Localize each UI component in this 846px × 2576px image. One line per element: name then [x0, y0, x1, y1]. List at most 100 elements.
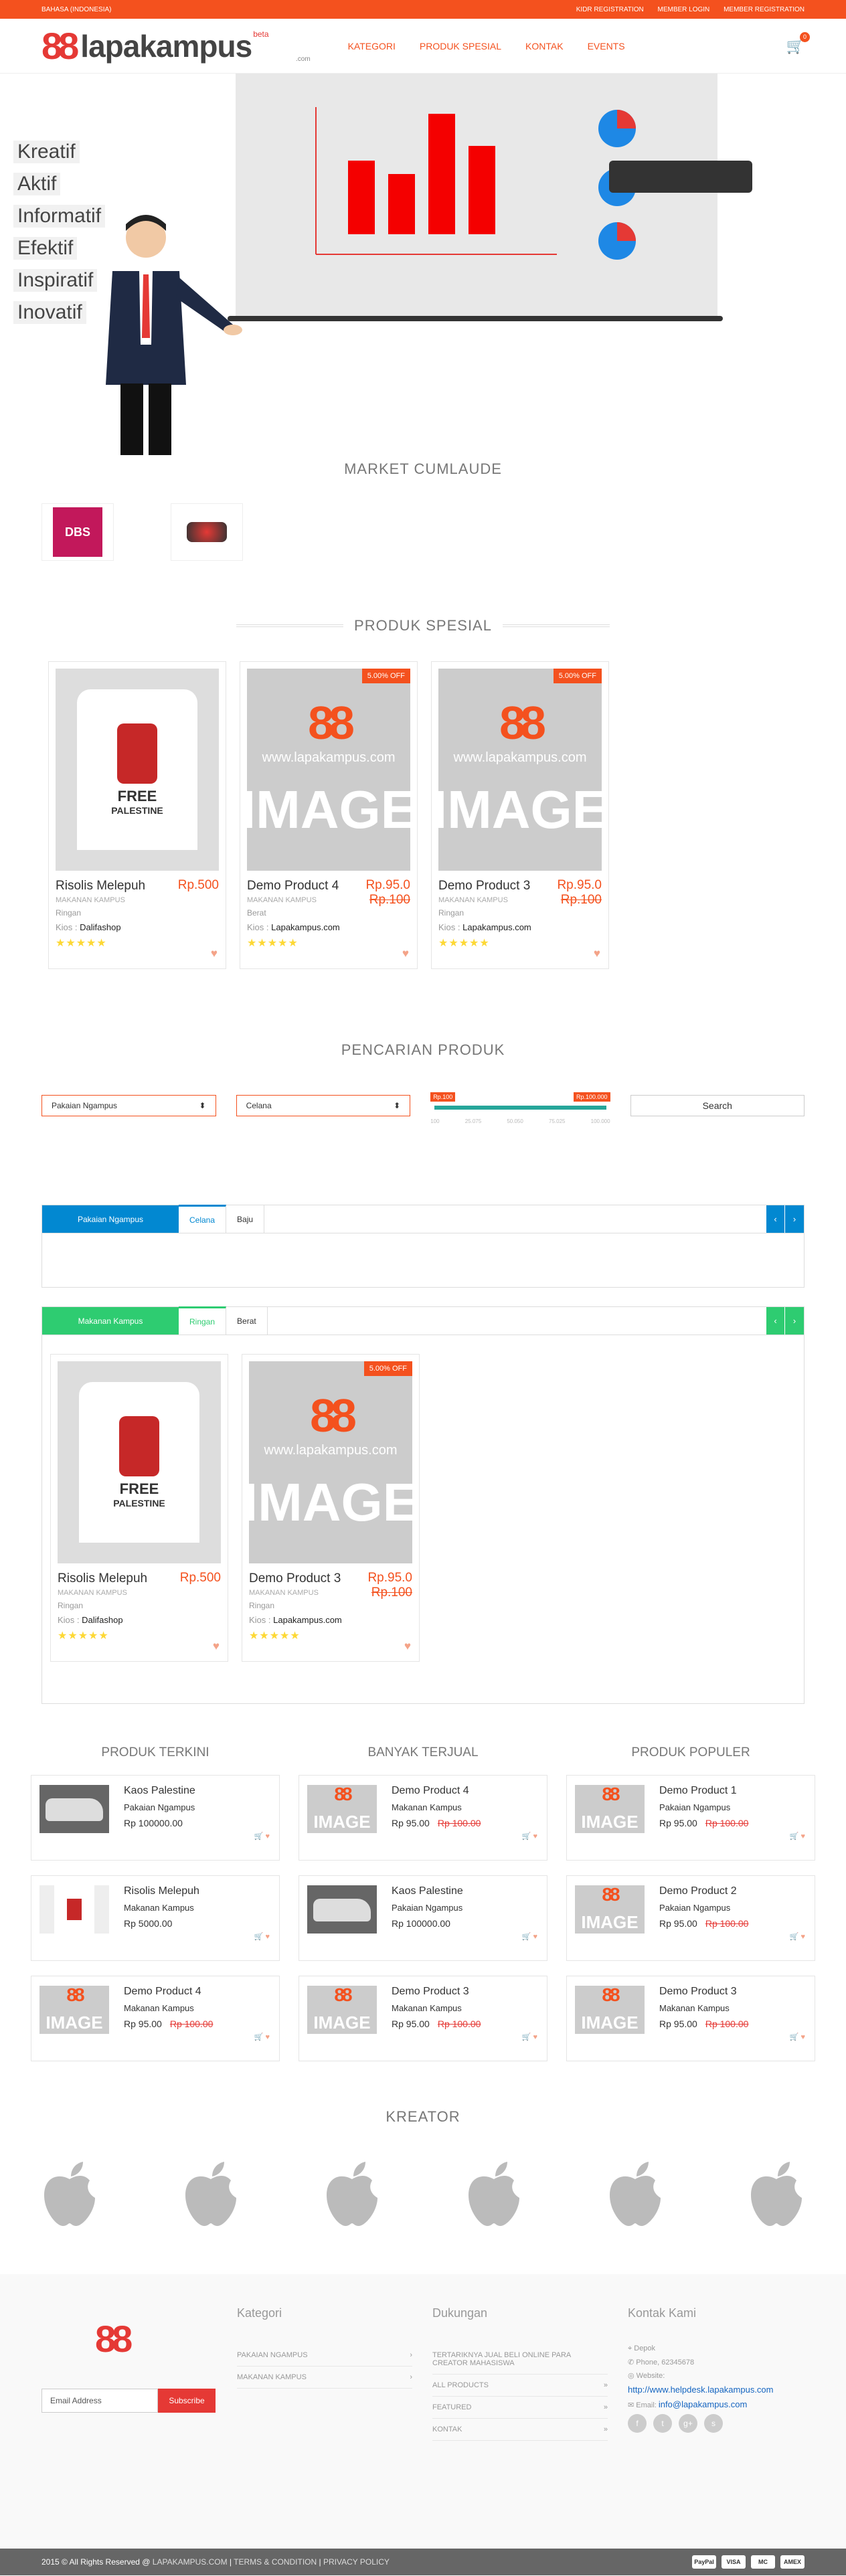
- kidr-registration-link[interactable]: KIDR REGISTRATION: [576, 6, 644, 13]
- language-switch[interactable]: BAHASA (INDONESIA): [41, 6, 111, 13]
- terms-link[interactable]: TERMS & CONDITION: [234, 2557, 317, 2567]
- footer-link[interactable]: FEATURED »: [432, 2397, 608, 2419]
- price-range-slider[interactable]: Rp.100 Rp.100.000 100 25.075 50.050 75.0…: [430, 1088, 610, 1126]
- footer-link[interactable]: ALL PRODUCTS »: [432, 2375, 608, 2397]
- website-link[interactable]: http://www.helpdesk.lapakampus.com: [628, 2385, 774, 2395]
- product-thumbnail[interactable]: 88 IMAGE: [575, 1885, 645, 1934]
- list-item-name[interactable]: Demo Product 4: [124, 1986, 271, 1998]
- search-button[interactable]: Search: [630, 1095, 805, 1116]
- subscribe-button[interactable]: Subscribe: [158, 2389, 216, 2413]
- product-image[interactable]: 5.00% OFF 88 www.lapakampus.com IMAGE: [249, 1361, 412, 1563]
- nav-kontak[interactable]: KONTAK: [525, 41, 564, 52]
- slider-track[interactable]: [434, 1106, 606, 1110]
- chevron-right-icon[interactable]: ›: [785, 1205, 804, 1233]
- cart-icon[interactable]: 🛒: [254, 1933, 264, 1941]
- skype-icon[interactable]: s: [704, 2414, 723, 2433]
- tab-berat[interactable]: Berat: [226, 1307, 268, 1335]
- wishlist-heart-icon[interactable]: ♥: [213, 1640, 220, 1653]
- cart-icon[interactable]: 🛒: [522, 1933, 531, 1941]
- product-thumbnail[interactable]: 88 IMAGE: [307, 1785, 377, 1833]
- wishlist-heart-icon[interactable]: ♥: [402, 947, 409, 960]
- nav-events[interactable]: EVENTS: [588, 41, 625, 52]
- wishlist-heart-icon[interactable]: ♥: [800, 2033, 805, 2041]
- member-login-link[interactable]: MEMBER LOGIN: [657, 6, 709, 13]
- list-item-name[interactable]: Demo Product 2: [659, 1885, 807, 1897]
- product-card[interactable]: FREE PALESTINE Risolis Melepuh Rp.500 MAKANA…: [50, 1354, 228, 1662]
- kreator-apple-icon[interactable]: [603, 2160, 667, 2227]
- cart-icon[interactable]: 🛒: [522, 1832, 531, 1840]
- chevron-right-icon[interactable]: ›: [785, 1307, 804, 1335]
- product-card[interactable]: FREE PALESTINE Risolis Melepuh Rp.500 MAKANA…: [48, 661, 226, 969]
- privacy-link[interactable]: PRIVACY POLICY: [323, 2557, 390, 2567]
- nav-kategori[interactable]: KATEGORI: [348, 41, 396, 52]
- product-thumbnail[interactable]: 88 IMAGE: [575, 1986, 645, 2034]
- product-thumbnail[interactable]: 88 IMAGE: [307, 1986, 377, 2034]
- member-registration-link[interactable]: MEMBER REGISTRATION: [724, 6, 805, 13]
- footer-link[interactable]: PAKAIAN NGAMPUS ›: [237, 2344, 412, 2367]
- list-item[interactable]: 88 IMAGE Demo Product 4 Makanan Kampus Rp 95…: [31, 1976, 280, 2061]
- product-thumbnail[interactable]: 88 IMAGE: [39, 1986, 109, 2034]
- wishlist-heart-icon[interactable]: ♥: [265, 2033, 270, 2041]
- cart-icon[interactable]: 🛒: [254, 1832, 264, 1840]
- tab-celana[interactable]: Celana: [179, 1205, 227, 1233]
- kios-name[interactable]: Lapakampus.com: [462, 922, 531, 932]
- brand-logo-second[interactable]: [171, 503, 243, 561]
- wishlist-heart-icon[interactable]: ♥: [265, 1933, 270, 1941]
- kreator-apple-icon[interactable]: [744, 2160, 809, 2227]
- wishlist-heart-icon[interactable]: ♥: [533, 1933, 537, 1941]
- list-item[interactable]: 88 IMAGE Demo Product 3 Makanan Kampus Rp 95…: [299, 1976, 547, 2061]
- cart-icon[interactable]: 🛒: [790, 1832, 799, 1840]
- product-image[interactable]: 5.00% OFF 88 www.lapakampus.com IMAGE: [247, 669, 410, 871]
- list-item-name[interactable]: Demo Product 3: [659, 1986, 807, 1998]
- footer-logo-icon[interactable]: 88: [41, 2317, 237, 2360]
- wishlist-heart-icon[interactable]: ♥: [800, 1832, 805, 1840]
- twitter-icon[interactable]: t: [653, 2414, 672, 2433]
- wishlist-heart-icon[interactable]: ♥: [533, 1832, 537, 1840]
- google-plus-icon[interactable]: g+: [679, 2414, 697, 2433]
- product-thumbnail[interactable]: 88 IMAGE: [575, 1785, 645, 1833]
- list-item[interactable]: 88 IMAGE Demo Product 3 Makanan Kampus Rp 95…: [566, 1976, 815, 2061]
- facebook-icon[interactable]: f: [628, 2414, 647, 2433]
- list-item-name[interactable]: Kaos Palestine: [124, 1785, 271, 1797]
- kreator-apple-icon[interactable]: [179, 2160, 243, 2227]
- footer-link[interactable]: TERTARIKNYA JUAL BELI ONLINE PARA CREATO…: [432, 2344, 608, 2375]
- product-thumbnail[interactable]: [307, 1885, 377, 1934]
- wishlist-heart-icon[interactable]: ♥: [404, 1640, 411, 1653]
- list-item-name[interactable]: Demo Product 3: [392, 1986, 539, 1998]
- product-image[interactable]: FREE PALESTINE: [58, 1361, 221, 1563]
- list-item[interactable]: Risolis Melepuh Makanan Kampus Rp 5000.00 🛒…: [31, 1875, 280, 1961]
- list-item-name[interactable]: Risolis Melepuh: [124, 1885, 271, 1897]
- list-item-name[interactable]: Kaos Palestine: [392, 1885, 539, 1897]
- chevron-left-icon[interactable]: ‹: [766, 1205, 785, 1233]
- tab-baju[interactable]: Baju: [226, 1205, 265, 1233]
- category-select[interactable]: Pakaian Ngampus ⬍: [41, 1095, 216, 1116]
- tab-ringan[interactable]: Ringan: [179, 1306, 227, 1335]
- category-title[interactable]: Makanan Kampus: [42, 1307, 179, 1335]
- email-link[interactable]: info@lapakampus.com: [659, 2399, 747, 2409]
- footer-link[interactable]: MAKANAN KAMPUS ›: [237, 2367, 412, 2389]
- product-card[interactable]: 5.00% OFF 88 www.lapakampus.com IMAGE Demo P…: [240, 661, 418, 969]
- kreator-apple-icon[interactable]: [37, 2160, 102, 2227]
- subcategory-select[interactable]: Celana ⬍: [236, 1095, 411, 1116]
- footer-link[interactable]: KONTAK »: [432, 2419, 608, 2441]
- kios-name[interactable]: Lapakampus.com: [271, 922, 340, 932]
- wishlist-heart-icon[interactable]: ♥: [533, 2033, 537, 2041]
- site-logo[interactable]: 88 lapakampus beta .com: [41, 27, 311, 65]
- list-item-name[interactable]: Demo Product 1: [659, 1785, 807, 1797]
- email-input[interactable]: Email Address: [41, 2389, 158, 2413]
- cart-icon[interactable]: 🛒: [254, 2033, 264, 2041]
- kios-name[interactable]: Dalifashop: [80, 922, 120, 932]
- list-item[interactable]: 88 IMAGE Demo Product 4 Makanan Kampus Rp 95…: [299, 1775, 547, 1861]
- wishlist-heart-icon[interactable]: ♥: [211, 947, 218, 960]
- product-image[interactable]: 5.00% OFF 88 www.lapakampus.com IMAGE: [438, 669, 602, 871]
- kreator-apple-icon[interactable]: [320, 2160, 384, 2227]
- kios-name[interactable]: Lapakampus.com: [273, 1615, 342, 1625]
- product-image[interactable]: FREE PALESTINE: [56, 669, 219, 871]
- kreator-apple-icon[interactable]: [462, 2160, 526, 2227]
- wishlist-heart-icon[interactable]: ♥: [594, 947, 600, 960]
- wishlist-heart-icon[interactable]: ♥: [800, 1933, 805, 1941]
- chevron-left-icon[interactable]: ‹: [766, 1307, 785, 1335]
- list-item[interactable]: Kaos Palestine Pakaian Ngampus Rp 100000.0…: [299, 1875, 547, 1961]
- brand-logo-dbs[interactable]: DBS: [41, 503, 114, 561]
- nav-produk-spesial[interactable]: PRODUK SPESIAL: [420, 41, 501, 52]
